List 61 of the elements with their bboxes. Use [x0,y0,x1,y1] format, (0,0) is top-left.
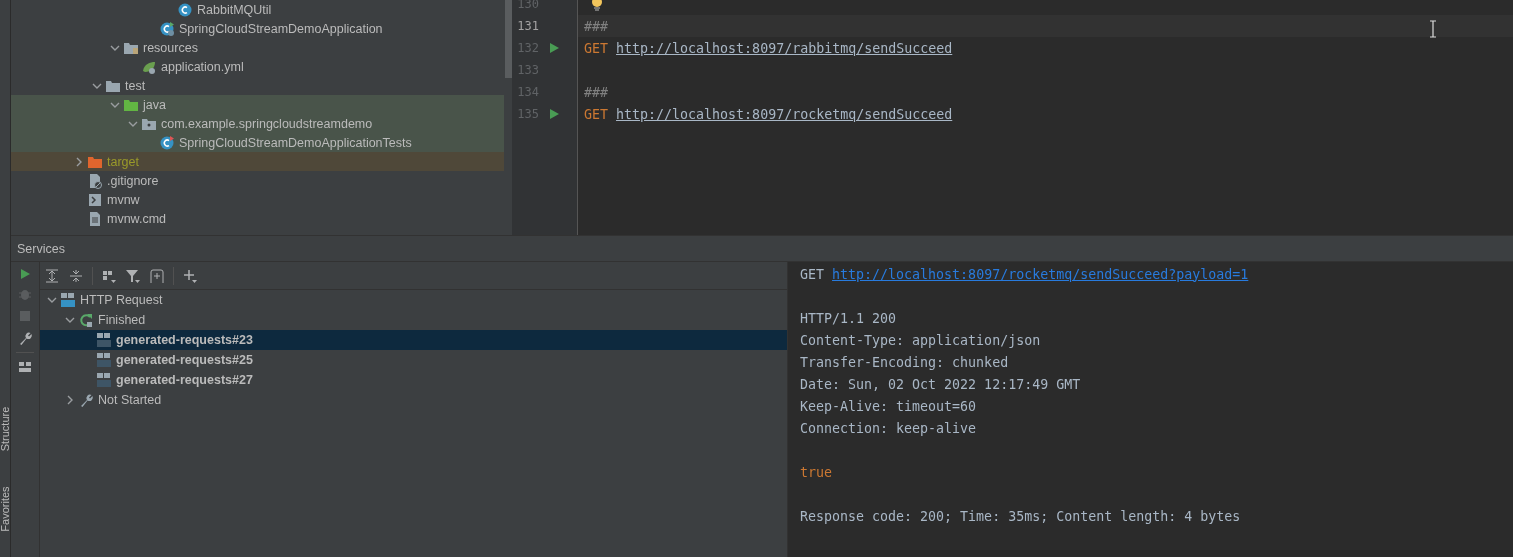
layout-icon[interactable] [17,359,33,375]
response-line: Connection: keep-alive [800,420,977,436]
add-icon[interactable] [182,267,198,284]
tree-row[interactable]: com.example.springcloudstreamdemo [11,114,504,133]
api-icon [96,352,112,368]
http-method: GET [800,266,825,282]
file-icon [87,172,103,189]
api-icon [96,332,112,348]
url-link[interactable]: http://localhost:8097/rocketmq/sendSucceed?payload=1 [832,266,1249,282]
tree-item[interactable]: generated-requests#27 [40,370,787,390]
tree-row[interactable]: resources [11,38,504,57]
collapse-all-icon[interactable] [68,267,84,284]
api-icon [96,372,112,388]
add-frame-icon[interactable] [149,267,165,284]
tree-item[interactable]: HTTP Request [40,290,787,310]
tree-item[interactable]: Not Started [40,390,787,410]
comment-text: ### [584,84,609,100]
response-line: Response code: 200; Time: 35ms; Content length: 4 bytes [800,508,1241,524]
tree-item[interactable]: Finished [40,310,787,330]
tree-row[interactable]: mvnw.cmd [11,209,504,228]
response-line: Transfer-Encoding: chunked [800,354,1009,370]
file-icon [87,210,103,227]
run-icon[interactable] [19,268,31,280]
expand-all-icon[interactable] [44,267,60,284]
tree-row[interactable]: .gitignore [11,171,504,190]
tool-window-tab[interactable]: Structure [0,406,10,452]
tool-window-tab[interactable]: Favorites [0,486,10,532]
http-method: GET [584,40,609,56]
tree-row[interactable]: application.yml [11,57,504,76]
text-cursor-icon [1429,20,1437,38]
response-body: true [800,464,833,480]
tree-row[interactable]: SpringCloudStreamDemoApplicationTests [11,133,504,152]
panel-title: Services [17,241,65,256]
url-link[interactable]: http://localhost:8097/rocketmq/sendSucceed [616,106,953,122]
class-icon [159,134,175,151]
lightbulb-icon[interactable] [590,0,604,12]
http-method: GET [584,106,609,122]
refresh-icon [78,312,94,328]
run-icon[interactable] [548,108,560,120]
response-line: HTTP/1.1 200 [800,310,897,326]
response-line: Date: Sun, 02 Oct 2022 12:17:49 GMT [800,376,1081,392]
response-line: Content-Type: application/json [800,332,1041,348]
response-line: Keep-Alive: timeout=60 [800,398,977,414]
tree-item[interactable]: generated-requests#25 [40,350,787,370]
tree-row[interactable]: test [11,76,504,95]
tree-row[interactable]: target [11,152,504,171]
api-icon [60,292,76,308]
class-icon [177,1,193,18]
class-icon [159,20,175,37]
comment-text: ### [584,18,609,34]
terminal-icon [87,191,103,208]
url-link[interactable]: http://localhost:8097/rabbitmq/sendSucceed [616,40,953,56]
tree-row[interactable]: java [11,95,504,114]
tree-row[interactable]: SpringCloudStreamDemoApplication [11,19,504,38]
filter-icon[interactable] [125,267,141,284]
tree-row[interactable]: RabbitMQUtil [11,0,504,19]
tree-row[interactable]: mvnw [11,190,504,209]
scrollbar-thumb[interactable] [504,0,512,78]
line-number: 131 [516,19,539,33]
tree-item[interactable]: generated-requests#23 [40,330,787,350]
run-icon[interactable] [548,42,560,54]
